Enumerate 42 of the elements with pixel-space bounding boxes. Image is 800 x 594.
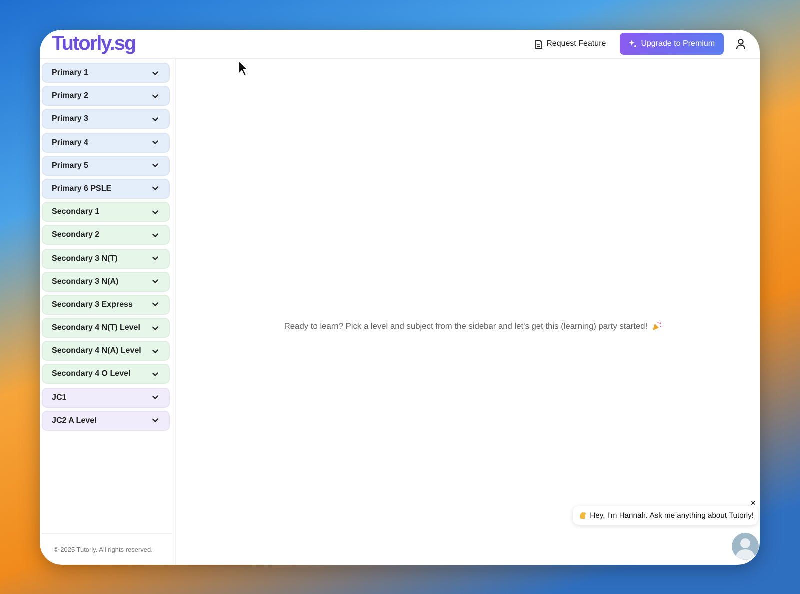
chevron-down-icon bbox=[152, 348, 159, 354]
sidebar-item[interactable]: JC2 A Level bbox=[42, 410, 170, 431]
chevron-down-icon bbox=[152, 163, 159, 168]
sidebar-item[interactable]: Secondary 1 bbox=[42, 202, 170, 222]
chevron-down-icon bbox=[152, 232, 159, 238]
chevron-down-icon bbox=[152, 418, 159, 424]
sidebar-item[interactable]: Primary 3 bbox=[42, 109, 170, 130]
sidebar-item[interactable]: Secondary 3 Express bbox=[42, 294, 170, 315]
sidebar-item[interactable]: Secondary 4 N(A) Level bbox=[42, 341, 170, 362]
chevron-down-icon bbox=[152, 302, 159, 308]
upgrade-button[interactable]: Upgrade to Premium bbox=[620, 33, 724, 55]
chevron-down-icon bbox=[152, 256, 159, 261]
mouse-cursor-icon bbox=[238, 60, 249, 77]
avatar-icon[interactable] bbox=[732, 533, 759, 560]
request-feature-button[interactable]: Request Feature bbox=[528, 34, 612, 54]
document-icon bbox=[534, 40, 543, 48]
chevron-down-icon bbox=[152, 70, 159, 76]
sidebar-item[interactable]: Secondary 3 N(T) bbox=[42, 248, 170, 268]
sidebar-item[interactable]: Primary 4 bbox=[42, 132, 170, 153]
sidebar-item[interactable]: Secondary 3 N(A) bbox=[42, 272, 170, 292]
sparkle-icon bbox=[629, 40, 638, 48]
chevron-down-icon bbox=[152, 372, 159, 377]
chevron-down-icon bbox=[152, 186, 159, 192]
chevron-down-icon bbox=[152, 140, 159, 146]
sidebar-item[interactable]: Primary 1 bbox=[42, 63, 170, 83]
chevron-down-icon bbox=[152, 210, 159, 215]
user-icon[interactable] bbox=[736, 38, 746, 50]
sidebar-item[interactable]: Secondary 4 O Level bbox=[42, 364, 170, 384]
sidebar-item[interactable]: Secondary 2 bbox=[42, 225, 170, 246]
chevron-down-icon bbox=[152, 94, 159, 99]
sidebar-item[interactable]: Primary 2 bbox=[42, 86, 170, 106]
logo[interactable]: Tutorly.sg bbox=[52, 30, 136, 59]
chevron-down-icon bbox=[152, 116, 159, 122]
welcome-message: Ready to learn? Pick a level and subject from the sidebar and let's get this (learning) party started! bbox=[284, 320, 648, 332]
chevron-down-icon bbox=[152, 395, 159, 400]
party-popper-icon bbox=[652, 320, 662, 331]
sidebar-item[interactable]: Primary 5 bbox=[42, 156, 170, 176]
sidebar-item[interactable]: Secondary 4 N(T) Level bbox=[42, 318, 170, 338]
sidebar-item[interactable]: JC1 bbox=[42, 388, 170, 408]
chevron-down-icon bbox=[152, 326, 159, 331]
chevron-down-icon bbox=[152, 279, 159, 284]
sidebar-item[interactable]: Primary 6 PSLE bbox=[42, 178, 170, 199]
